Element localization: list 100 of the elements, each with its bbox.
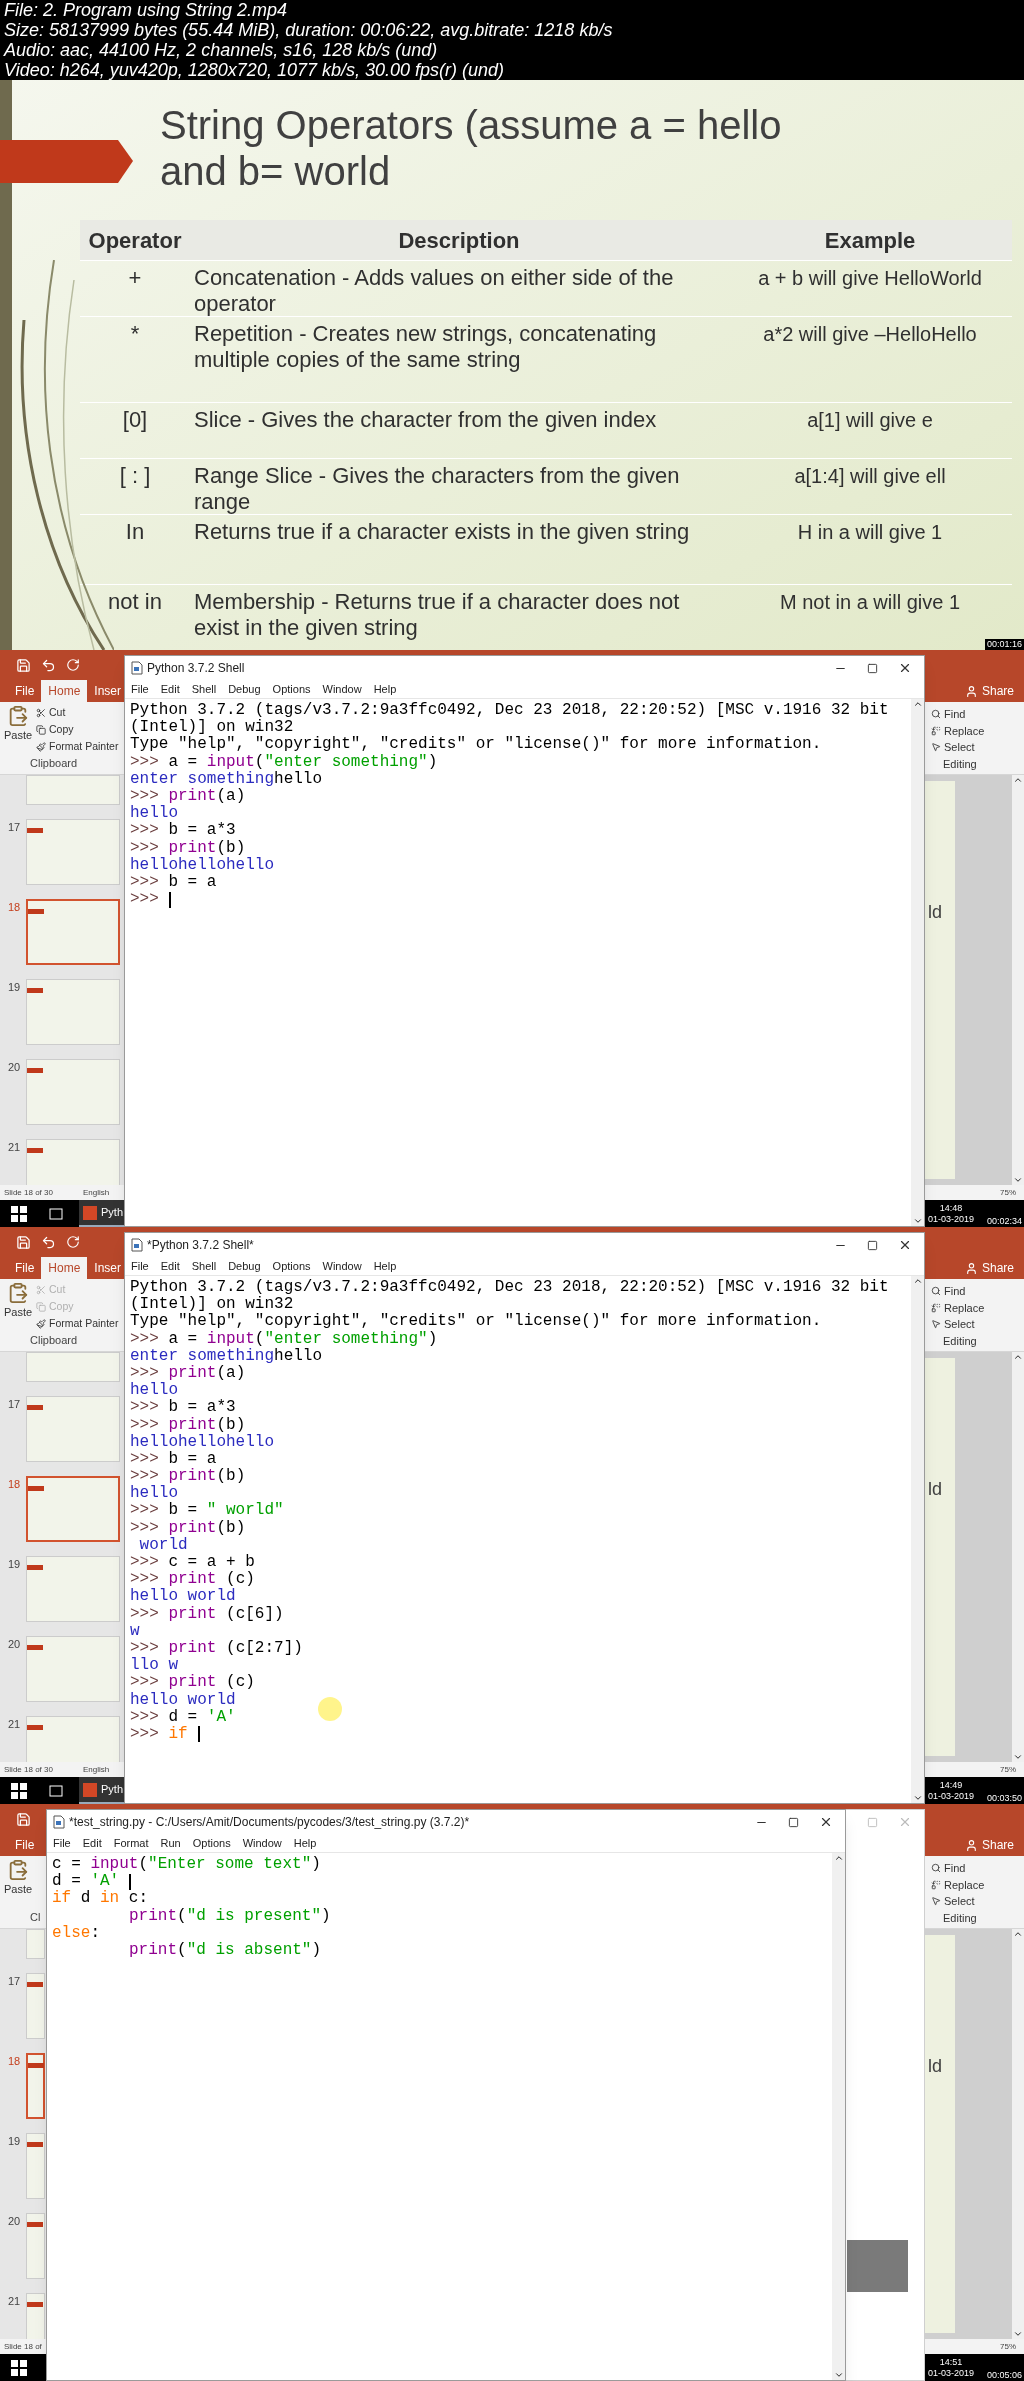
scroll-up-icon[interactable]: [912, 699, 923, 709]
editing-command[interactable]: Select: [931, 1893, 975, 1910]
slide-thumbnail[interactable]: [26, 1556, 120, 1622]
maximize-icon[interactable]: [867, 662, 878, 674]
editing-command[interactable]: Replace: [931, 1876, 985, 1893]
ribbon-tab[interactable]: File: [8, 680, 42, 702]
scroll-up-icon[interactable]: [1013, 1352, 1023, 1362]
menu-item[interactable]: File: [53, 1834, 71, 1852]
menu-item[interactable]: Edit: [160, 680, 180, 698]
menu-item[interactable]: Shell: [191, 1257, 217, 1275]
close-icon[interactable]: [819, 1815, 833, 1829]
scroll-down-icon[interactable]: [1013, 1175, 1023, 1185]
start-icon[interactable]: [11, 1205, 27, 1222]
close-icon[interactable]: [898, 1238, 912, 1252]
editing-command[interactable]: Replace: [931, 722, 985, 739]
slide-thumbnail[interactable]: [26, 775, 120, 805]
menu-item[interactable]: Shell: [191, 680, 217, 698]
scroll-up-icon[interactable]: [1013, 775, 1023, 785]
editing-command[interactable]: Find: [931, 1283, 966, 1300]
taskbar-app[interactable]: Pyth: [79, 1777, 127, 1804]
menu-item[interactable]: Debug: [228, 680, 261, 698]
menu-item[interactable]: Format: [113, 1834, 149, 1852]
ribbon-tab[interactable]: Home: [41, 680, 88, 702]
menu-item[interactable]: Help: [373, 1257, 397, 1275]
slide-thumbnail[interactable]: [26, 1929, 45, 1959]
scrollbar[interactable]: [1012, 1352, 1024, 1762]
scroll-down-icon[interactable]: [1013, 2329, 1023, 2339]
slide-thumbnail[interactable]: [26, 1973, 45, 2039]
paste-icon[interactable]: [7, 1282, 29, 1304]
menu-item[interactable]: Help: [373, 680, 397, 698]
editing-command[interactable]: Select: [931, 1316, 975, 1333]
taskbar-clock[interactable]: 14:49 01-03-2019: [927, 1779, 974, 1802]
scroll-down-icon[interactable]: [833, 2370, 844, 2380]
share-button[interactable]: Share: [981, 682, 1014, 700]
slide-thumbnail[interactable]: [26, 819, 120, 885]
task-view-icon[interactable]: [49, 1207, 63, 1220]
ribbon-tab[interactable]: File: [8, 1257, 42, 1279]
editing-command[interactable]: Select: [931, 739, 975, 756]
scrollbar[interactable]: [911, 1276, 924, 1803]
scrollbar[interactable]: [1012, 775, 1024, 1185]
slide-thumbnail[interactable]: [26, 1396, 120, 1462]
clipboard-command[interactable]: Cut: [36, 705, 66, 721]
taskbar-app[interactable]: Pyth: [79, 1200, 127, 1227]
slide-thumbnail[interactable]: [26, 2213, 45, 2279]
slide-thumbnail[interactable]: [26, 1352, 120, 1382]
ribbon-tab[interactable]: Home: [41, 1257, 88, 1279]
paste-button[interactable]: Paste: [3, 727, 33, 744]
slide-thumbnail[interactable]: [26, 899, 120, 965]
menu-item[interactable]: Options: [272, 680, 311, 698]
slide-thumbnail[interactable]: [26, 1636, 120, 1702]
share-button[interactable]: Share: [981, 1259, 1014, 1277]
menu-item[interactable]: Options: [272, 1257, 311, 1275]
share-button[interactable]: Share: [981, 1836, 1014, 1854]
scrollbar[interactable]: [832, 1853, 845, 2380]
taskbar-clock[interactable]: 14:51 01-03-2019: [927, 2356, 974, 2379]
menu-item[interactable]: Window: [322, 1257, 362, 1275]
editing-command[interactable]: Replace: [931, 1299, 985, 1316]
clipboard-command[interactable]: Format Painter: [36, 1316, 119, 1332]
start-icon[interactable]: [11, 1782, 27, 1799]
slide-thumbnail[interactable]: [26, 1476, 120, 1542]
menu-item[interactable]: Window: [242, 1834, 282, 1852]
menu-item[interactable]: Edit: [82, 1834, 102, 1852]
redo-icon[interactable]: [66, 658, 80, 672]
slide-thumbnail[interactable]: [26, 2133, 45, 2199]
ribbon-tab[interactable]: File: [8, 1834, 42, 1856]
slide-thumbnail[interactable]: [26, 1059, 120, 1125]
menu-item[interactable]: Options: [192, 1834, 231, 1852]
scroll-up-icon[interactable]: [1013, 1929, 1023, 1939]
scrollbar[interactable]: [1012, 1929, 1024, 2339]
save-icon[interactable]: [16, 657, 31, 673]
menu-item[interactable]: Debug: [228, 1257, 261, 1275]
menu-item[interactable]: Window: [322, 680, 362, 698]
slide-thumbnail[interactable]: [26, 2053, 45, 2119]
editing-command[interactable]: Find: [931, 706, 966, 723]
maximize-icon[interactable]: [867, 1239, 878, 1251]
undo-icon[interactable]: [41, 1234, 56, 1250]
paste-button[interactable]: Paste: [3, 1881, 33, 1898]
close-icon[interactable]: [898, 661, 912, 675]
menu-item[interactable]: Run: [160, 1834, 181, 1852]
scroll-down-icon[interactable]: [912, 1216, 923, 1226]
maximize-icon[interactable]: [788, 1816, 799, 1828]
editing-command[interactable]: Find: [931, 1860, 966, 1877]
scroll-up-icon[interactable]: [912, 1276, 923, 1286]
scrollbar[interactable]: [911, 699, 924, 1226]
undo-icon[interactable]: [41, 657, 56, 673]
scroll-down-icon[interactable]: [912, 1793, 923, 1803]
scroll-up-icon[interactable]: [833, 1853, 844, 1863]
paste-icon[interactable]: [7, 705, 29, 727]
save-icon[interactable]: [16, 1234, 31, 1250]
slide-thumbnail[interactable]: [26, 979, 120, 1045]
redo-icon[interactable]: [66, 1235, 80, 1249]
paste-icon[interactable]: [7, 1859, 29, 1881]
scroll-down-icon[interactable]: [1013, 1752, 1023, 1762]
clipboard-command[interactable]: Format Painter: [36, 739, 119, 755]
menu-item[interactable]: File: [131, 1257, 149, 1275]
ribbon-tab[interactable]: Inser: [87, 680, 129, 702]
task-view-icon[interactable]: [49, 1784, 63, 1797]
ribbon-tab[interactable]: Inser: [87, 1257, 129, 1279]
menu-item[interactable]: Edit: [160, 1257, 180, 1275]
menu-item[interactable]: File: [131, 680, 149, 698]
